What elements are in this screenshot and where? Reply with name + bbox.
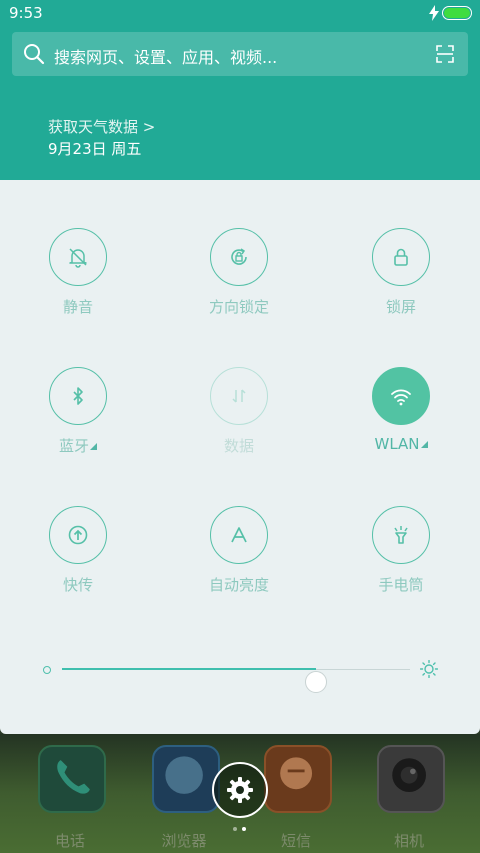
- toggle-label-text: 蓝牙: [58, 437, 89, 455]
- weather-link[interactable]: 获取天气数据 >: [48, 116, 155, 137]
- quick-transfer-icon: [68, 525, 88, 545]
- search-bar[interactable]: 搜索网页、设置、应用、视频...: [12, 32, 468, 76]
- toggle-label-text: WLAN: [374, 435, 420, 453]
- brightness-low-icon: [43, 666, 51, 674]
- brightness-handle[interactable]: [305, 671, 328, 693]
- toggle-label: 数据: [223, 437, 254, 455]
- phone-icon: [38, 745, 106, 813]
- mobile-data-icon: [232, 389, 246, 403]
- bolt-icon: [429, 5, 439, 21]
- toggle-label: 锁屏: [385, 298, 416, 316]
- toggle-circle[interactable]: [49, 367, 107, 425]
- toggle-circle[interactable]: [210, 228, 268, 286]
- toggle-circle[interactable]: [210, 506, 268, 564]
- auto-brightness-icon: [231, 527, 247, 543]
- dock-app-phone[interactable]: 电话: [20, 742, 120, 852]
- toggle-flashlight[interactable]: 手电筒: [331, 506, 471, 616]
- toggle-label: 手电筒: [378, 576, 424, 594]
- battery-icon: [442, 6, 472, 20]
- toggle-circle[interactable]: [372, 367, 430, 425]
- toggle-mobile-data[interactable]: 数据: [169, 367, 309, 477]
- toggle-label: 自动亮度: [208, 576, 269, 594]
- messages-icon: [264, 745, 332, 813]
- toggle-circle[interactable]: [49, 228, 107, 286]
- bluetooth-icon: [73, 387, 83, 405]
- wifi-icon: [391, 389, 411, 406]
- toggle-auto-brightness[interactable]: 自动亮度: [169, 506, 309, 616]
- brightness-high-icon: [420, 660, 438, 678]
- dock-app-label: 电话: [54, 832, 85, 850]
- status-bar: 9:53: [0, 0, 480, 28]
- bell-off-icon: [69, 248, 87, 268]
- browser-icon: [152, 745, 220, 813]
- search-icon: [24, 44, 45, 65]
- search-placeholder: 搜索网页、设置、应用、视频...: [54, 48, 278, 67]
- dock-app-label: 短信: [280, 832, 311, 850]
- toggle-label: 方向锁定: [208, 298, 269, 316]
- toggle-mute[interactable]: 静音: [8, 228, 148, 338]
- toggle-circle[interactable]: [49, 506, 107, 564]
- dock-app-label: 浏览器: [161, 832, 207, 850]
- page-indicator-dot-active: [242, 827, 246, 831]
- toggle-lock-screen[interactable]: 锁屏: [331, 228, 471, 338]
- status-time: 9:53: [9, 4, 43, 22]
- toggle-label: 蓝牙: [8, 435, 148, 456]
- lock-icon: [394, 248, 408, 266]
- brightness-slider[interactable]: [0, 656, 480, 693]
- gear-icon: [227, 777, 253, 803]
- toggle-wlan[interactable]: WLAN: [331, 367, 471, 477]
- expand-menu-icon[interactable]: [420, 441, 428, 448]
- battery-level: [444, 8, 470, 18]
- camera-icon: [377, 745, 445, 813]
- toggle-rotation-lock[interactable]: 方向锁定: [169, 228, 309, 338]
- toggle-circle[interactable]: [372, 506, 430, 564]
- toggle-label: WLAN: [331, 435, 471, 453]
- toggle-quick-transfer[interactable]: 快传: [8, 506, 148, 616]
- flashlight-icon: [394, 526, 408, 544]
- quick-settings-panel: 静音 方向锁定 锁屏 蓝牙 数据 WLAN 快传 自动亮度 手电筒: [0, 180, 480, 734]
- settings-button[interactable]: [212, 762, 268, 818]
- dock-app-label: 相机: [393, 832, 424, 850]
- page-indicator-dot: [233, 827, 237, 831]
- expand-menu-icon[interactable]: [90, 443, 97, 450]
- toggle-label: 快传: [62, 576, 93, 594]
- dock-app-camera[interactable]: 相机: [359, 742, 459, 852]
- brightness-fill: [62, 668, 317, 670]
- toggle-circle[interactable]: [210, 367, 268, 425]
- brightness-track[interactable]: [62, 668, 410, 693]
- date-label: 9月23日 周五: [48, 140, 142, 158]
- toggle-circle[interactable]: [372, 228, 430, 286]
- toggle-bluetooth[interactable]: 蓝牙: [8, 367, 148, 477]
- toggle-label: 静音: [62, 298, 93, 316]
- rotation-lock-icon: [231, 248, 247, 265]
- scan-icon[interactable]: [436, 45, 454, 63]
